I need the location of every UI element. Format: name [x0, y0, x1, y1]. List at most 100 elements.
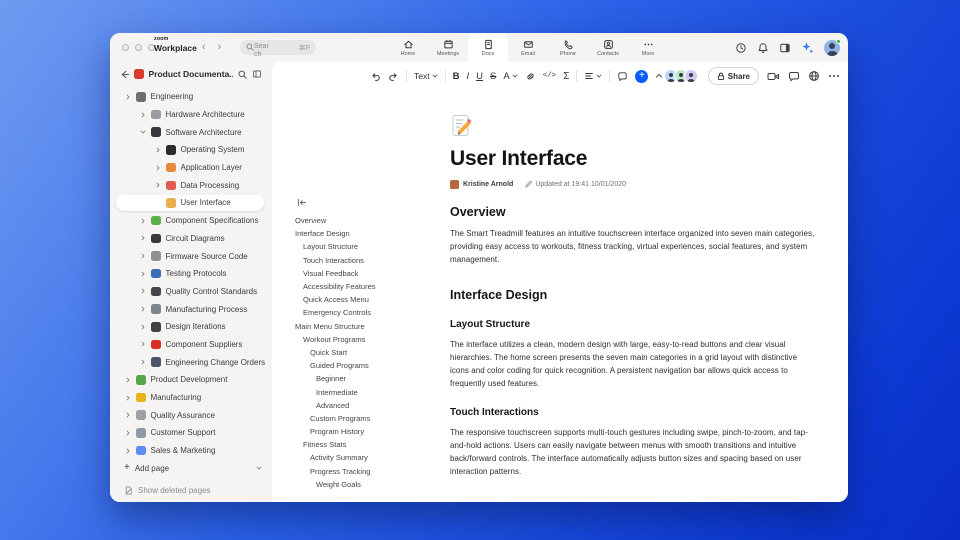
sidebar-item-application-layer[interactable]: Application Layer [110, 159, 272, 177]
sidebar-item-data-processing[interactable]: Data Processing [110, 176, 272, 194]
add-page-button[interactable]: + Add page [110, 459, 272, 477]
tab-contacts[interactable]: Contacts [588, 33, 628, 62]
video-camera-icon[interactable] [767, 71, 780, 82]
sidebar-item-component-specifications[interactable]: Component Specifications [110, 212, 272, 230]
chevron-right-icon[interactable] [124, 448, 131, 454]
chevron-right-icon[interactable] [124, 395, 131, 401]
italic-button[interactable]: I [466, 71, 469, 82]
code-icon[interactable]: </> [543, 72, 557, 80]
tab-home[interactable]: Home [388, 33, 428, 62]
outline-item-interface-design[interactable]: Interface Design [295, 227, 445, 240]
chevron-right-icon[interactable] [139, 359, 146, 365]
back-arrow-icon[interactable] [120, 70, 129, 79]
chevron-right-icon[interactable] [154, 147, 161, 153]
outline-item-program-history[interactable]: Program History [295, 425, 445, 438]
outline-item-activity-summary[interactable]: Activity Summary [295, 451, 445, 464]
sidebar-item-manufacturing-process[interactable]: Manufacturing Process [110, 300, 272, 318]
outline-item-overview[interactable]: Overview [295, 214, 445, 227]
sidebar-item-firmware-source-code[interactable]: Firmware Source Code [110, 247, 272, 265]
share-button[interactable]: Share [707, 67, 759, 85]
chevron-right-icon[interactable] [139, 288, 146, 294]
strikethrough-button[interactable]: S [490, 71, 496, 82]
chevron-right-icon[interactable] [124, 94, 131, 100]
sidebar-item-quality-control-standards[interactable]: Quality Control Standards [110, 283, 272, 301]
chevron-right-icon[interactable] [124, 412, 131, 418]
chat-bubble-icon[interactable] [788, 71, 800, 82]
user-avatar[interactable] [824, 38, 841, 56]
outline-item-layout-structure[interactable]: Layout Structure [295, 240, 445, 253]
window-close-button[interactable] [122, 44, 129, 51]
chevron-right-icon[interactable] [139, 271, 146, 277]
outline-item-workout-programs[interactable]: Workout Programs [295, 333, 445, 346]
sidebar-item-customer-support[interactable]: Customer Support [110, 424, 272, 442]
page-title[interactable]: User Interface [450, 147, 815, 171]
outline-item-touch-interactions[interactable]: Touch Interactions [295, 254, 445, 267]
tab-phone[interactable]: Phone [548, 33, 588, 62]
sidebar-item-hardware-architecture[interactable]: Hardware Architecture [110, 106, 272, 124]
sidebar-item-user-interface[interactable]: User Interface [110, 194, 272, 212]
history-icon[interactable] [735, 42, 747, 54]
collaborator-avatar-3[interactable] [683, 69, 698, 83]
chevron-right-icon[interactable] [124, 430, 131, 436]
window-minimize-button[interactable] [135, 44, 142, 51]
chevron-right-icon[interactable] [139, 306, 146, 312]
collapse-outline-icon[interactable] [297, 198, 307, 207]
outline-item-emergency-controls[interactable]: Emergency Controls [295, 306, 445, 319]
side-panel-icon[interactable] [779, 42, 791, 54]
outline-item-guided-programs[interactable]: Guided Programs [295, 359, 445, 372]
doc-paragraph[interactable]: The responsive touchscreen supports mult… [450, 426, 815, 478]
sidebar-item-sales-marketing[interactable]: Sales & Marketing [110, 442, 272, 460]
collapse-sidebar-icon[interactable] [252, 69, 262, 79]
tab-email[interactable]: Email [508, 33, 548, 62]
outline-item-visual-feedback[interactable]: Visual Feedback [295, 267, 445, 280]
sidebar-item-operating-system[interactable]: Operating System [110, 141, 272, 159]
sidebar-search-icon[interactable] [238, 70, 247, 79]
doc-heading-interface-design[interactable]: Interface Design [450, 288, 815, 302]
outline-item-fitness-stats[interactable]: Fitness Stats [295, 438, 445, 451]
tab-docs[interactable]: Docs [468, 33, 508, 62]
window-controls[interactable] [122, 44, 155, 51]
doc-heading-touch-interactions[interactable]: Touch Interactions [450, 407, 815, 418]
collapse-toolbar-icon[interactable] [655, 72, 663, 80]
redo-button[interactable] [388, 71, 399, 82]
doc-body[interactable]: Overview The Smart Treadmill features an … [450, 205, 815, 478]
outline-item-intermediate[interactable]: Intermediate [295, 385, 445, 398]
insert-plus-button[interactable]: + [635, 69, 649, 83]
sidebar-item-engineering-change-orders[interactable]: Engineering Change Orders [110, 353, 272, 371]
chevron-right-icon[interactable] [139, 341, 146, 347]
chevron-right-icon[interactable] [124, 377, 131, 383]
sidebar-item-manufacturing[interactable]: Manufacturing [110, 389, 272, 407]
chevron-right-icon[interactable] [154, 182, 161, 188]
sidebar-item-software-architecture[interactable]: Software Architecture [110, 123, 272, 141]
text-style-dropdown[interactable]: Text [414, 71, 438, 81]
underline-button[interactable]: U [476, 71, 483, 82]
sidebar-item-component-suppliers[interactable]: Component Suppliers [110, 336, 272, 354]
global-search-input[interactable]: Search ⌘F [240, 40, 316, 58]
chevron-right-icon[interactable] [139, 112, 146, 118]
undo-button[interactable] [370, 71, 381, 82]
text-color-dropdown[interactable]: A [503, 71, 517, 82]
chevron-right-icon[interactable] [139, 235, 146, 241]
outline-item-main-menu-structure[interactable]: Main Menu Structure [295, 320, 445, 333]
tab-more[interactable]: More [628, 33, 668, 62]
sidebar-item-quality-assurance[interactable]: Quality Assurance [110, 406, 272, 424]
doc-heading-layout-structure[interactable]: Layout Structure [450, 319, 815, 330]
chevron-right-icon[interactable] [139, 324, 146, 330]
nav-forward-button[interactable]: › [218, 40, 222, 54]
outline-item-weight-goals[interactable]: Weight Goals [295, 478, 445, 491]
outline-item-quick-start[interactable]: Quick Start [295, 346, 445, 359]
sidebar-item-engineering[interactable]: Engineering [110, 88, 272, 106]
nav-back-button[interactable]: ‹ [202, 40, 206, 54]
sidebar-item-testing-protocols[interactable]: Testing Protocols [110, 265, 272, 283]
doc-heading-overview[interactable]: Overview [450, 205, 815, 219]
outline-item-custom-programs[interactable]: Custom Programs [295, 412, 445, 425]
outline-item-advanced[interactable]: Advanced [295, 399, 445, 412]
globe-icon[interactable] [808, 70, 820, 82]
more-options-icon[interactable] [828, 74, 840, 78]
tab-meetings[interactable]: Meetings [428, 33, 468, 62]
ai-companion-sparkle-icon[interactable] [801, 41, 814, 54]
outline-item-beginner[interactable]: Beginner [295, 372, 445, 385]
comment-icon[interactable] [617, 71, 628, 82]
doc-paragraph[interactable]: The interface utilizes a clean, modern d… [450, 338, 815, 390]
notifications-bell-icon[interactable] [757, 42, 769, 54]
